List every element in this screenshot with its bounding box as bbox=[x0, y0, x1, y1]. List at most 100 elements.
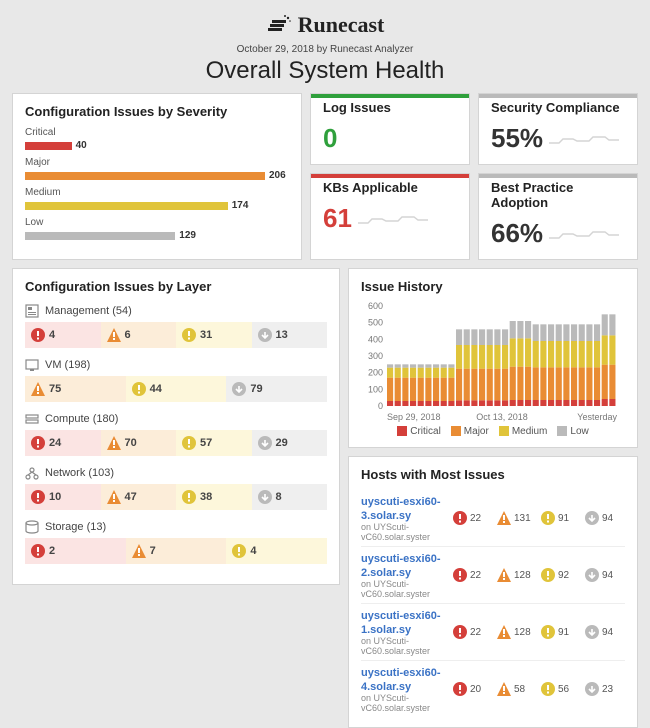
maj-icon bbox=[107, 490, 121, 504]
crit-icon bbox=[31, 490, 45, 504]
svg-text:Sep 29, 2018: Sep 29, 2018 bbox=[387, 412, 441, 422]
metric-title: KBs Applicable bbox=[323, 180, 457, 195]
metric-value: 61 bbox=[323, 203, 457, 234]
layer-cell-value: 4 bbox=[49, 329, 55, 341]
med-icon bbox=[541, 568, 555, 582]
history-chart-svg: 0100200300400500600Sep 29, 2018Oct 13, 2… bbox=[361, 302, 621, 422]
layer-label: VM (198) bbox=[45, 359, 90, 371]
severity-label: Medium bbox=[25, 187, 289, 198]
report-header: Runecast October 29, 2018 by Runecast An… bbox=[12, 12, 638, 85]
layer-cell-low[interactable]: 13 bbox=[252, 322, 328, 348]
layer-group: VM (198) 75 44 79 bbox=[25, 358, 327, 402]
host-count: 94 bbox=[585, 568, 625, 582]
host-link[interactable]: uyscuti-esxi60-4.solar.sy bbox=[361, 667, 440, 693]
med-icon bbox=[232, 544, 246, 558]
host-count: 131 bbox=[497, 511, 537, 525]
layer-cell-value: 47 bbox=[125, 491, 137, 503]
med-icon bbox=[182, 490, 196, 504]
svg-text:400: 400 bbox=[368, 334, 383, 344]
sparkline bbox=[549, 224, 619, 244]
maj-icon bbox=[497, 625, 511, 639]
storage-icon bbox=[25, 520, 39, 534]
severity-value: 129 bbox=[179, 230, 196, 241]
layer-cell-med[interactable]: 31 bbox=[176, 322, 252, 348]
host-row: uyscuti-esxi60-2.solar.syon UYScuti-vC60… bbox=[361, 546, 625, 603]
host-count: 22 bbox=[453, 511, 493, 525]
layer-cell-value: 79 bbox=[250, 383, 262, 395]
host-count: 58 bbox=[497, 682, 537, 696]
layer-head: Network (103) bbox=[25, 466, 327, 480]
host-row: uyscuti-esxi60-1.solar.syon UYScuti-vC60… bbox=[361, 603, 625, 660]
layer-cell-crit[interactable]: 10 bbox=[25, 484, 101, 510]
layer-cell-low[interactable]: 29 bbox=[252, 430, 328, 456]
med-icon bbox=[182, 436, 196, 450]
layer-label: Storage (13) bbox=[45, 521, 106, 533]
layer-cell-med[interactable]: 57 bbox=[176, 430, 252, 456]
severity-bar bbox=[25, 172, 265, 180]
severity-title: Configuration Issues by Severity bbox=[25, 104, 289, 119]
legend-item: Major bbox=[451, 426, 489, 437]
severity-row-major: Major 206 bbox=[25, 157, 289, 181]
host-count: 94 bbox=[585, 625, 625, 639]
layer-cell-maj[interactable]: 7 bbox=[126, 538, 227, 564]
low-icon bbox=[585, 568, 599, 582]
crit-icon bbox=[31, 544, 45, 558]
maj-icon bbox=[107, 328, 121, 342]
vm-icon bbox=[25, 358, 39, 372]
sparkline bbox=[549, 129, 619, 149]
layer-cell-crit[interactable]: 24 bbox=[25, 430, 101, 456]
host-sublabel: on UYScuti-vC60.solar.syster bbox=[361, 636, 449, 656]
host-count: 128 bbox=[497, 625, 537, 639]
layer-cell-maj[interactable]: 75 bbox=[25, 376, 126, 402]
maj-icon bbox=[31, 382, 45, 396]
layer-cell-maj[interactable]: 70 bbox=[101, 430, 177, 456]
severity-bar bbox=[25, 202, 228, 210]
layer-cell-crit[interactable]: 2 bbox=[25, 538, 126, 564]
svg-text:100: 100 bbox=[368, 384, 383, 394]
crit-icon bbox=[453, 625, 467, 639]
svg-text:600: 600 bbox=[368, 302, 383, 311]
host-count: 91 bbox=[541, 511, 581, 525]
low-icon bbox=[585, 625, 599, 639]
compute-icon bbox=[25, 412, 39, 426]
layer-cell-value: 44 bbox=[150, 383, 162, 395]
layer-cell-value: 8 bbox=[276, 491, 282, 503]
host-count: 23 bbox=[585, 682, 625, 696]
layer-cell-value: 70 bbox=[125, 437, 137, 449]
layer-cell-value: 57 bbox=[200, 437, 212, 449]
host-link[interactable]: uyscuti-esxi60-2.solar.sy bbox=[361, 553, 440, 579]
layer-cell-med[interactable]: 4 bbox=[226, 538, 327, 564]
layer-cell-value: 7 bbox=[150, 545, 156, 557]
svg-text:500: 500 bbox=[368, 318, 383, 328]
layer-cell-crit[interactable]: 4 bbox=[25, 322, 101, 348]
layer-head: VM (198) bbox=[25, 358, 327, 372]
layer-cell-value: 13 bbox=[276, 329, 288, 341]
layer-cell-maj[interactable]: 47 bbox=[101, 484, 177, 510]
crit-icon bbox=[31, 436, 45, 450]
severity-label: Major bbox=[25, 157, 289, 168]
layer-cell-value: 10 bbox=[49, 491, 61, 503]
severity-value: 206 bbox=[269, 170, 286, 181]
severity-value: 40 bbox=[76, 140, 87, 151]
maj-icon bbox=[497, 568, 511, 582]
host-count: 56 bbox=[541, 682, 581, 696]
severity-label: Critical bbox=[25, 127, 289, 138]
layer-cell-low[interactable]: 8 bbox=[252, 484, 328, 510]
host-link[interactable]: uyscuti-esxi60-3.solar.sy bbox=[361, 496, 440, 522]
layer-cell-med[interactable]: 44 bbox=[126, 376, 227, 402]
host-link[interactable]: uyscuti-esxi60-1.solar.sy bbox=[361, 610, 440, 636]
management-icon bbox=[25, 304, 39, 318]
layer-group: Compute (180)24705729 bbox=[25, 412, 327, 456]
layer-cell-med[interactable]: 38 bbox=[176, 484, 252, 510]
metric-title: Security Compliance bbox=[491, 100, 625, 115]
layer-cell-maj[interactable]: 6 bbox=[101, 322, 177, 348]
layer-group: Network (103) 10 47 38 8 bbox=[25, 466, 327, 510]
host-count: 20 bbox=[453, 682, 493, 696]
severity-row-low: Low129 bbox=[25, 217, 289, 241]
severity-row-medium: Medium174 bbox=[25, 187, 289, 211]
host-count: 128 bbox=[497, 568, 537, 582]
legend-item: Critical bbox=[397, 426, 441, 437]
layer-cell-low[interactable]: 79 bbox=[226, 376, 327, 402]
svg-text:Oct 13, 2018: Oct 13, 2018 bbox=[476, 412, 528, 422]
maj-icon bbox=[497, 682, 511, 696]
